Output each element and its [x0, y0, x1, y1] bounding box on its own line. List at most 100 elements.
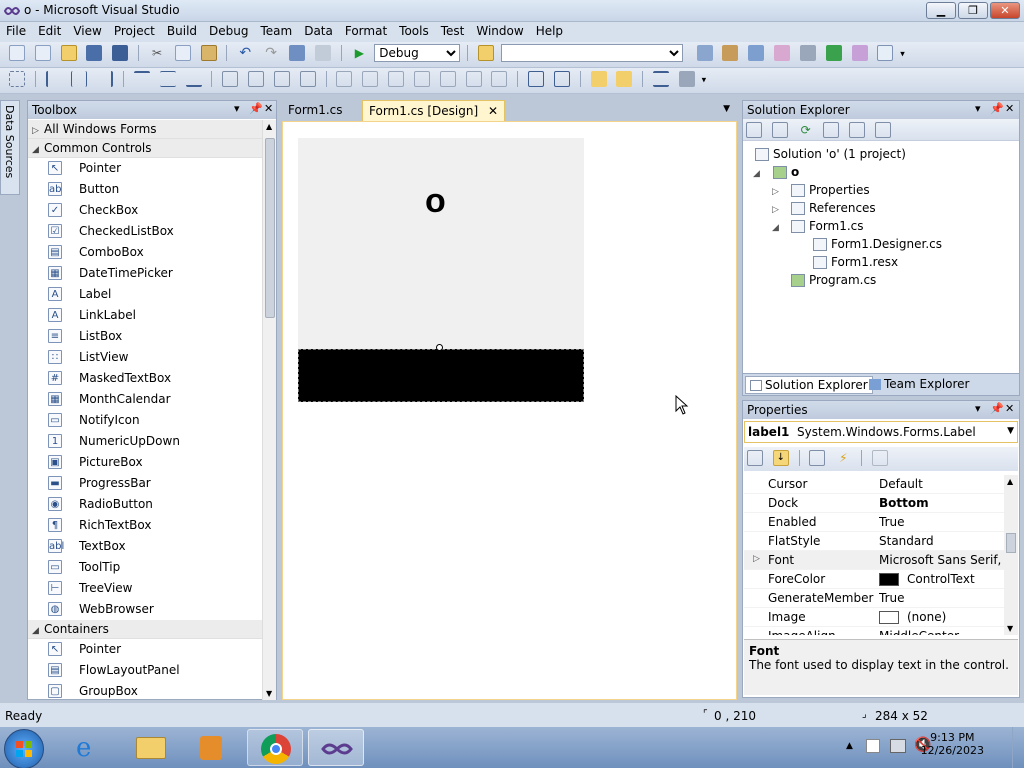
align-tops-icon[interactable] [133, 71, 150, 87]
toolbox-item[interactable]: ▤ FlowLayoutPanel [28, 660, 262, 681]
open-file-icon[interactable] [60, 45, 77, 61]
tab-team-explorer[interactable]: Team Explorer [865, 376, 974, 392]
minimize-button[interactable]: ▁ [926, 2, 956, 19]
menu-project[interactable]: Project [108, 22, 161, 40]
menu-test[interactable]: Test [435, 22, 471, 40]
view-designer-icon[interactable] [849, 122, 866, 138]
property-value[interactable]: True [879, 591, 1001, 605]
navigate-backward-icon[interactable] [288, 45, 305, 61]
menu-help[interactable]: Help [530, 22, 569, 40]
make-same-height-icon[interactable] [273, 71, 290, 87]
toolbox-item[interactable]: ◍ WebBrowser [28, 599, 262, 620]
toolbox-item[interactable]: ⊢ TreeView [28, 578, 262, 599]
toolbox-item[interactable]: ✓ CheckBox [28, 200, 262, 221]
toolbox-item[interactable]: ↖ Pointer [28, 158, 262, 179]
toolbox-item[interactable]: 1 NumericUpDown [28, 431, 262, 452]
paste-icon[interactable] [200, 45, 217, 61]
property-row[interactable]: FlatStyle Standard [744, 532, 1004, 551]
size-to-grid-icon[interactable] [248, 71, 265, 87]
horizontal-spacing-equal-icon[interactable] [336, 71, 353, 87]
toolbox-item[interactable]: ab Button [28, 179, 262, 200]
solution-configuration-select[interactable]: Debug [374, 44, 461, 62]
toolbox-item[interactable]: abl TextBox [28, 536, 262, 557]
save-all-icon[interactable] [112, 45, 129, 61]
align-rights-icon[interactable] [97, 71, 114, 87]
menu-data[interactable]: Data [298, 22, 339, 40]
show-desktop-button[interactable] [1012, 727, 1024, 768]
label1-control[interactable] [298, 349, 584, 402]
send-to-back-icon[interactable] [616, 71, 633, 87]
file-explorer-button[interactable] [122, 729, 178, 766]
start-debugging-icon[interactable]: ▶ [351, 45, 367, 61]
toolbox-item[interactable]: ▤ ComboBox [28, 242, 262, 263]
property-row[interactable]: ForeColor ControlText [744, 570, 1004, 589]
visual-studio-taskbar-button[interactable] [308, 729, 364, 766]
copy-icon[interactable] [174, 45, 191, 61]
tab-form1-design[interactable]: Form1.cs [Design] ✕ [362, 100, 506, 121]
alphabetical-icon[interactable]: ↓ [772, 450, 789, 466]
media-player-button[interactable] [182, 729, 238, 766]
toolbox-item[interactable]: ▭ ToolTip [28, 557, 262, 578]
menu-format[interactable]: Format [339, 22, 393, 40]
events-lightning-icon[interactable]: ⚡ [835, 450, 851, 466]
undo-icon[interactable]: ↶ [237, 45, 253, 61]
property-value[interactable]: Microsoft Sans Serif, 8. [879, 553, 1001, 567]
make-same-size-icon[interactable] [299, 71, 316, 87]
property-row[interactable]: Cursor Default [744, 475, 1004, 494]
form1-window[interactable]: o [298, 138, 584, 402]
decrease-horizontal-spacing-icon[interactable] [388, 71, 405, 87]
toolbox-item[interactable]: A LinkLabel [28, 305, 262, 326]
scroll-thumb[interactable] [265, 138, 275, 318]
bring-to-front-icon[interactable] [590, 71, 607, 87]
show-hidden-icons[interactable]: ▲ [846, 741, 853, 751]
property-value[interactable]: Standard [879, 534, 1001, 548]
expand-arrow-icon[interactable]: ▷ [753, 554, 760, 564]
menu-file[interactable]: File [0, 22, 32, 40]
toolbox-item[interactable]: ▦ MonthCalendar [28, 389, 262, 410]
toolbar-overflow-icon[interactable]: ▾ [900, 50, 905, 60]
toolbox-item[interactable]: ▦ DateTimePicker [28, 263, 262, 284]
close-tab-icon[interactable]: ✕ [488, 104, 498, 118]
property-value[interactable]: Bottom [879, 496, 1001, 510]
refresh-icon[interactable]: ⟳ [798, 122, 814, 138]
toolbox-item[interactable]: # MaskedTextBox [28, 368, 262, 389]
tree-node-form1-designer[interactable]: Form1.Designer.cs [813, 237, 942, 251]
close-button[interactable]: ✕ [990, 2, 1020, 19]
property-row[interactable]: GenerateMember True [744, 589, 1004, 608]
collapse-arrow-icon[interactable]: ◢ [753, 169, 760, 179]
tree-node-form1-cs[interactable]: Form1.cs [791, 219, 864, 233]
toolbox-item[interactable]: A Label [28, 284, 262, 305]
toolbox-group-header[interactable]: ◢ Common Controls [28, 139, 262, 158]
class-view-icon[interactable] [851, 45, 868, 61]
resize-handle[interactable] [436, 344, 443, 351]
property-row[interactable]: Dock Bottom [744, 494, 1004, 513]
window-position-icon[interactable]: ▾ [234, 102, 240, 115]
chevron-down-icon[interactable]: ▼ [1007, 426, 1014, 436]
property-row[interactable]: ▷ Font Microsoft Sans Serif, 8. [744, 551, 1004, 570]
close-panel-icon[interactable]: ✕ [1005, 402, 1014, 415]
tree-node-solution[interactable]: Solution 'o' (1 project) [755, 147, 906, 161]
form-designer-surface[interactable]: o [282, 121, 737, 700]
toolbox-icon[interactable] [774, 45, 791, 61]
toolbox-group-header[interactable]: ▷ All Windows Forms [28, 120, 262, 139]
toolbox-item[interactable]: ▬ ProgressBar [28, 473, 262, 494]
property-row[interactable]: Image (none) [744, 608, 1004, 627]
properties-scrollbar[interactable]: ▲ ▼ [1004, 475, 1018, 635]
property-value[interactable]: ControlText [879, 572, 1001, 586]
navigate-forward-icon[interactable] [314, 45, 331, 61]
toolbox-item[interactable]: ☑ CheckedListBox [28, 221, 262, 242]
tab-solution-explorer[interactable]: Solution Explorer [745, 376, 873, 394]
scroll-thumb[interactable] [1006, 533, 1016, 553]
menu-team[interactable]: Team [254, 22, 298, 40]
tree-node-project[interactable]: o [773, 165, 799, 179]
close-panel-icon[interactable]: ✕ [1005, 102, 1014, 115]
toolbox-group-header[interactable]: ◢ Containers [28, 620, 262, 639]
properties-view-icon[interactable] [809, 450, 826, 466]
menu-view[interactable]: View [67, 22, 107, 40]
solution-explorer-icon[interactable] [696, 45, 713, 61]
data-sources-tab[interactable]: Data Sources [0, 100, 20, 195]
expand-arrow-icon[interactable]: ▷ [772, 187, 779, 197]
action-center-icon[interactable] [866, 739, 880, 753]
align-bottoms-icon[interactable] [185, 71, 202, 87]
categorized-icon[interactable] [747, 450, 763, 466]
